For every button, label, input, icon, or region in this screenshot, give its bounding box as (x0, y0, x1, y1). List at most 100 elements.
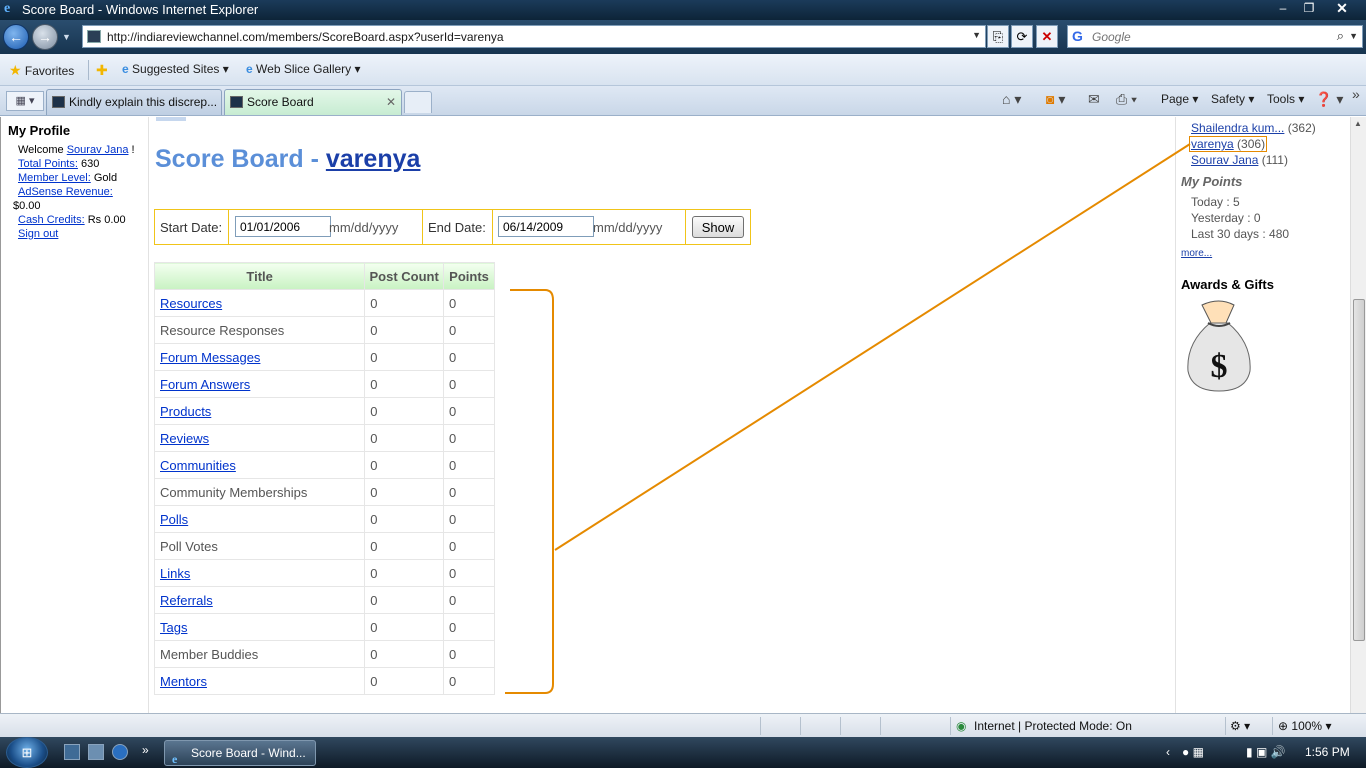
page-title-user-link[interactable]: varenya (326, 145, 421, 173)
address-bar[interactable]: http://indiareviewchannel.com/members/Sc… (82, 25, 986, 48)
navigation-bar: ← → ▼ http://indiareviewchannel.com/memb… (0, 20, 1366, 54)
stop-icon[interactable]: ✕ (1036, 25, 1058, 48)
tab-kindly-explain[interactable]: Kindly explain this discrep... (46, 89, 222, 115)
scroll-up-icon[interactable]: ▲ (1354, 119, 1362, 128)
show-desktop-icon[interactable] (64, 744, 80, 760)
page-menu[interactable]: Page ▾ (1161, 92, 1198, 106)
cell-title: Links (153, 559, 366, 587)
row-title-link[interactable]: Polls (160, 512, 188, 527)
globe-icon: ◉ (956, 719, 967, 733)
tab-label: Score Board (247, 95, 314, 109)
ie-page-icon: e (122, 62, 129, 76)
cell-title: Mentors (153, 667, 366, 695)
refresh-icon[interactable]: ⟳ (1011, 25, 1033, 48)
protected-mode-icon[interactable]: ⚙ ▾ (1230, 719, 1250, 733)
read-mail-icon[interactable]: ✉ (1088, 91, 1100, 108)
leader-name-link[interactable]: Sourav Jana (1191, 153, 1258, 167)
favorites-button[interactable]: ★ Favorites (9, 62, 74, 79)
member-level-link[interactable]: Member Level: (18, 172, 91, 184)
cropped-banner (156, 117, 186, 121)
chevron-more-icon[interactable]: » (1352, 86, 1360, 102)
row-title-link[interactable]: Forum Messages (160, 350, 260, 365)
my-profile-heading: My Profile (8, 123, 71, 138)
suggested-sites-button[interactable]: e Suggested Sites ▾ (122, 62, 229, 76)
start-button[interactable]: ⊞ (6, 737, 48, 768)
sign-out-link[interactable]: Sign out (18, 228, 58, 240)
explorer-icon[interactable] (88, 744, 104, 760)
row-title-link[interactable]: Referrals (160, 593, 213, 608)
add-to-favorites-bar-icon[interactable]: ✚ (96, 62, 108, 79)
signout-line: Sign out (18, 228, 58, 240)
cell-title: Resources (153, 289, 366, 317)
total-points-link[interactable]: Total Points: (18, 158, 78, 170)
tray-network-icon[interactable]: ● ▦ (1182, 745, 1204, 759)
divider (760, 717, 761, 735)
page-icon (87, 30, 101, 43)
row-title-link[interactable]: Reviews (160, 431, 209, 446)
start-label-cell: Start Date: (155, 210, 229, 244)
leader-name-link[interactable]: Shailendra kum... (1191, 121, 1284, 135)
row-title-link[interactable]: Tags (160, 620, 187, 635)
new-tab-button[interactable] (404, 91, 432, 113)
recent-pages-dropdown-icon[interactable]: ▼ (62, 32, 71, 42)
minimize-button[interactable]: ‒ (1270, 0, 1296, 18)
scrollbar-thumb[interactable] (1353, 299, 1365, 641)
cell-points: 0 (443, 370, 495, 398)
back-button[interactable]: ← (3, 24, 29, 50)
address-dropdown-icon[interactable]: ▼ (972, 30, 981, 40)
more-link[interactable]: more... (1181, 248, 1212, 259)
help-icon[interactable]: ❓ ▾ (1315, 91, 1343, 108)
quick-tabs-icon[interactable]: ▦ ▾ (6, 91, 44, 111)
cell-title: Products (153, 397, 366, 425)
compatibility-view-icon[interactable]: ⎘ (987, 25, 1009, 48)
column-header-post-count: Post Count (364, 262, 445, 290)
row-title-link[interactable]: Forum Answers (160, 377, 250, 392)
search-options-dropdown-icon[interactable]: ▼ (1349, 31, 1358, 41)
zoom-control[interactable]: ⊕ 100% ▾ (1278, 719, 1331, 733)
ie-quicklaunch-icon[interactable] (112, 744, 128, 760)
start-input-cell: mm/dd/yyyy (229, 210, 423, 244)
web-slice-gallery-button[interactable]: e Web Slice Gallery ▾ (246, 62, 361, 76)
cell-post-count: 0 (364, 424, 445, 452)
close-tab-icon[interactable]: ✕ (386, 90, 396, 114)
tools-menu[interactable]: Tools ▾ (1267, 92, 1304, 106)
forward-button[interactable]: → (32, 24, 58, 50)
address-url[interactable]: http://indiareviewchannel.com/members/Sc… (107, 30, 504, 44)
clock[interactable]: 1:56 PM (1305, 745, 1350, 759)
tray-battery-icon[interactable]: ▮ ▣ 🔊 (1246, 745, 1286, 759)
row-title-link[interactable]: Products (160, 404, 211, 419)
show-button[interactable]: Show (692, 216, 744, 238)
user-name-link[interactable]: Sourav Jana (67, 144, 129, 156)
end-date-input[interactable] (498, 216, 594, 237)
row-title-link[interactable]: Communities (160, 458, 236, 473)
row-title-link[interactable]: Mentors (160, 674, 207, 689)
leader-name-link[interactable]: varenya (1191, 137, 1234, 151)
safety-menu[interactable]: Safety ▾ (1211, 92, 1254, 106)
search-box[interactable]: G ⌕ ▼ (1067, 25, 1363, 48)
feeds-icon[interactable]: ◙ ▾ (1046, 91, 1065, 108)
annotation-highlight-box: varenya (306) (1189, 136, 1268, 152)
adsense-revenue-link[interactable]: AdSense Revenue: (18, 186, 113, 198)
tab-score-board[interactable]: Score Board ✕ (224, 89, 402, 115)
points-last30: Last 30 days : 480 (1191, 227, 1290, 241)
security-zone[interactable]: Internet | Protected Mode: On (974, 719, 1132, 733)
start-date-input[interactable] (235, 216, 331, 237)
row-title-link[interactable]: Resources (160, 296, 222, 311)
start-date-format: mm/dd/yyyy (329, 220, 399, 235)
close-window-button[interactable]: ✕ (1320, 0, 1364, 18)
table-row: Tags 0 0 (153, 613, 495, 641)
taskbar-window-button[interactable]: e Score Board - Wind... (164, 740, 316, 766)
search-icon[interactable]: ⌕ (1337, 28, 1344, 44)
end-label-cell: End Date: (423, 210, 493, 244)
cash-credits-link[interactable]: Cash Credits: (18, 214, 85, 226)
quicklaunch-more-icon[interactable]: » (142, 743, 149, 757)
tray-expand-icon[interactable]: ‹ (1166, 745, 1170, 759)
row-title-link[interactable]: Links (160, 566, 190, 581)
search-input[interactable] (1092, 28, 1322, 45)
table-row: Forum Messages 0 0 (153, 343, 495, 371)
cell-points: 0 (443, 478, 495, 506)
vertical-scrollbar[interactable]: ▲ (1350, 117, 1366, 713)
print-icon[interactable]: ⎙ ▾ (1116, 91, 1137, 108)
home-icon[interactable]: ⌂ ▾ (1002, 91, 1021, 108)
maximize-button[interactable]: ❐ (1296, 0, 1322, 18)
